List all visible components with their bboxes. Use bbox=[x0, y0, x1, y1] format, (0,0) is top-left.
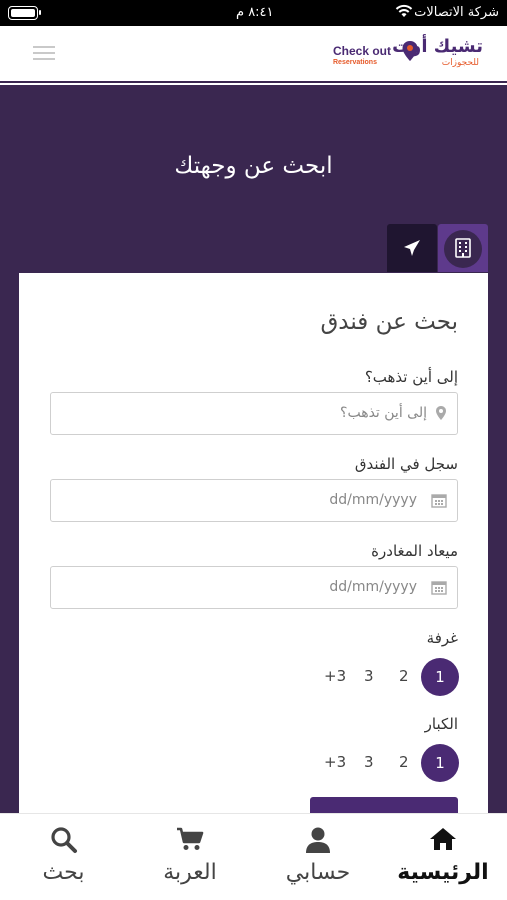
calendar-icon bbox=[431, 494, 447, 508]
rooms-option-2[interactable]: 2 bbox=[399, 667, 409, 685]
checkout-placeholder: dd/mm/yyyy bbox=[329, 579, 417, 595]
rooms-option-3[interactable]: 3 bbox=[364, 667, 374, 685]
location-pin-icon bbox=[436, 406, 446, 420]
nav-cart-label: العربة bbox=[163, 860, 217, 885]
search-hero: ابحث عن وجهتك بحث عن فندق إلى أين تذهب؟ … bbox=[0, 85, 507, 833]
rooms-label: غرفة bbox=[426, 629, 458, 647]
status-bar: شركة الاتصالات ٨:٤١ م bbox=[0, 0, 507, 26]
logo-english-subtext: Reservations bbox=[333, 59, 377, 66]
card-title: بحث عن فندق bbox=[320, 309, 458, 335]
app-header: تشيك أوت للحجوزات Check out Reservations bbox=[0, 26, 507, 83]
home-icon bbox=[430, 828, 456, 850]
nav-account-label: حسابي bbox=[285, 860, 351, 885]
nav-account[interactable]: حسابي bbox=[255, 814, 381, 900]
calendar-icon bbox=[431, 581, 447, 595]
destination-placeholder: إلى أين تذهب؟ bbox=[340, 405, 427, 421]
adults-label: الكبار bbox=[424, 715, 458, 733]
nav-cart[interactable]: العربة bbox=[127, 814, 253, 900]
logo-english-text: Check out bbox=[333, 44, 392, 58]
destination-field[interactable]: إلى أين تذهب؟ bbox=[50, 392, 458, 435]
adults-option-1[interactable]: 1 bbox=[421, 744, 459, 782]
nav-home[interactable]: الرئيسية bbox=[380, 814, 506, 900]
adults-option-3[interactable]: 3 bbox=[364, 753, 374, 771]
building-icon bbox=[455, 238, 471, 258]
nav-home-label: الرئيسية bbox=[397, 860, 489, 885]
search-icon bbox=[50, 827, 77, 853]
tab-flight[interactable] bbox=[387, 224, 437, 272]
airplane-icon bbox=[404, 240, 420, 256]
adults-option-more[interactable]: +3 bbox=[324, 753, 346, 771]
user-icon bbox=[306, 827, 330, 853]
menu-icon[interactable] bbox=[33, 46, 55, 60]
brand-logo[interactable]: تشيك أوت للحجوزات Check out Reservations bbox=[333, 34, 483, 76]
battery-icon bbox=[8, 6, 41, 20]
checkin-label: سجل في الفندق bbox=[354, 455, 458, 473]
clock: ٨:٤١ م bbox=[236, 5, 274, 20]
hero-title: ابحث عن وجهتك bbox=[174, 153, 333, 179]
tab-hotel[interactable] bbox=[438, 224, 488, 272]
hotel-search-card: بحث عن فندق إلى أين تذهب؟ إلى أين تذهب؟ … bbox=[19, 273, 488, 833]
rooms-selector: 1 2 3 +3 bbox=[19, 658, 488, 696]
cart-icon bbox=[177, 827, 204, 850]
location-pin-logo-icon bbox=[402, 41, 418, 61]
nav-search-label: بحث bbox=[42, 860, 85, 885]
rooms-option-1[interactable]: 1 bbox=[421, 658, 459, 696]
checkout-date-field[interactable]: dd/mm/yyyy bbox=[50, 566, 458, 609]
destination-label: إلى أين تذهب؟ bbox=[364, 368, 458, 386]
carrier-name: شركة الاتصالات bbox=[414, 5, 499, 20]
adults-selector: 1 2 3 +3 bbox=[19, 744, 488, 782]
checkin-placeholder: dd/mm/yyyy bbox=[329, 492, 417, 508]
checkin-date-field[interactable]: dd/mm/yyyy bbox=[50, 479, 458, 522]
adults-option-2[interactable]: 2 bbox=[399, 753, 409, 771]
rooms-option-more[interactable]: +3 bbox=[324, 667, 346, 685]
nav-search[interactable]: بحث bbox=[0, 814, 127, 900]
logo-arabic-subtext: للحجوزات bbox=[441, 58, 479, 68]
wifi-icon bbox=[395, 4, 413, 22]
checkout-label: ميعاد المغادرة bbox=[371, 542, 458, 560]
bottom-nav: الرئيسية حسابي العربة بحث bbox=[0, 813, 507, 900]
